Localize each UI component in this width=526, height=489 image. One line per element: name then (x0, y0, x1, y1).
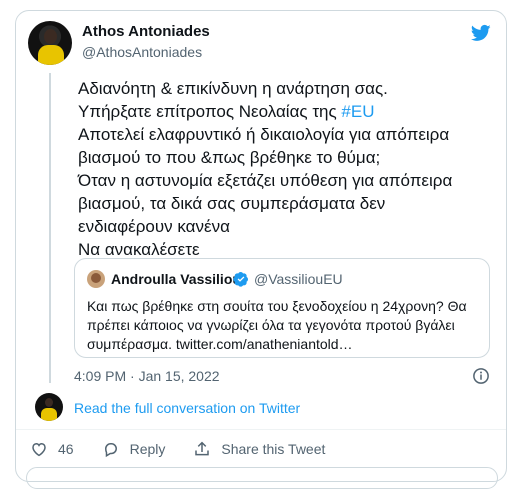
verified-badge-icon (233, 272, 248, 287)
tweet-text: Αδιανόητη & επικίνδυνη η ανάρτηση σας. Υ… (78, 77, 498, 261)
tweet-line: Όταν η αστυνομία εξετάζει υπόθεση για απ… (78, 171, 453, 190)
quoted-tweet[interactable]: Androulla Vassiliou @VassiliouEU Και πως… (74, 258, 490, 358)
quoted-author-name: Androulla Vassiliou (111, 271, 241, 287)
share-label: Share this Tweet (221, 441, 326, 457)
tweet-card: Athos Antoniades @AthosAntoniades Αδιανό… (15, 10, 507, 489)
author-avatar[interactable] (28, 21, 72, 65)
share-icon (195, 441, 210, 456)
tweet-line: Υπήρξατε επίτροπος Νεολαίας της #EU (78, 102, 375, 121)
tweet-line: Αποτελεί ελαφρυντικό ή δικαιολογία για α… (78, 125, 450, 144)
quoted-line: πρέπει κάποιος να γνωρίζει όλα τα γεγονό… (87, 317, 455, 333)
quoted-author-avatar (87, 270, 105, 288)
tweet-line: βιασμού, τα δικά σας συμπεράσματα δεν (78, 194, 386, 213)
quoted-line: Και πως βρέθηκε στη σουίτα του ξενοδοχεί… (87, 298, 467, 314)
twitter-bird-icon[interactable] (470, 23, 492, 43)
quoted-text: Και πως βρέθηκε στη σουίτα του ξενοδοχεί… (87, 297, 483, 354)
author-name[interactable]: Athos Antoniades (82, 23, 210, 40)
share-button[interactable]: Share this Tweet (193, 440, 325, 458)
thread-line (49, 73, 51, 383)
heart-icon (32, 442, 46, 457)
reply-label: Reply (129, 441, 166, 457)
author-handle[interactable]: @AthosAntoniades (82, 44, 202, 60)
info-icon[interactable] (472, 367, 490, 385)
quoted-author-handle: @VassiliouEU (254, 271, 343, 287)
bottom-button[interactable] (26, 467, 498, 489)
tweet-line: Αδιανόητη & επικίνδυνη η ανάρτηση σας. (78, 79, 388, 98)
quoted-line: συμπέρασμα. twitter.com/anatheniantold… (87, 336, 353, 352)
like-count: 46 (58, 441, 74, 457)
reply-icon (104, 443, 117, 458)
like-button[interactable]: 46 (30, 440, 74, 458)
conversation-avatar (35, 393, 63, 421)
tweet-line: ενδιαφέρουν κανένα (78, 217, 230, 236)
action-bar: 46 Reply Share this Tweet (30, 439, 353, 459)
timestamp[interactable]: 4:09 PM · Jan 15, 2022 (74, 368, 220, 384)
read-conversation-link[interactable]: Read the full conversation on Twitter (74, 400, 300, 416)
tweet-line: βιασμού το που &πως βρέθηκε το θύμα; (78, 148, 381, 167)
divider (16, 429, 506, 430)
reply-button[interactable]: Reply (102, 440, 166, 458)
hashtag-link[interactable]: #EU (341, 102, 374, 121)
